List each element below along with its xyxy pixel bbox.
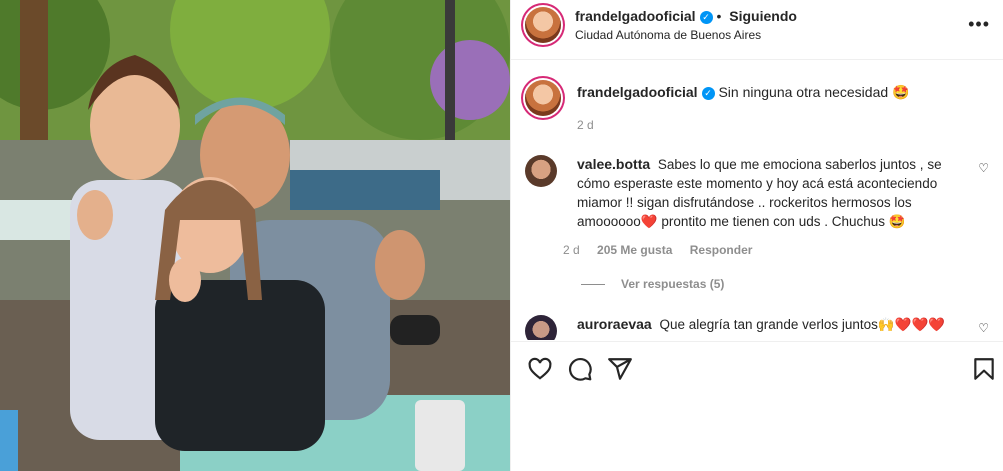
- comment-like-heart-icon[interactable]: ♡: [978, 321, 989, 335]
- post-header: frandelgadooficial ✓ • Siguiendo Ciudad A…: [511, 0, 1003, 60]
- post-location[interactable]: Ciudad Autónoma de Buenos Aires: [575, 28, 761, 42]
- comment-meta: 2 d 205 Me gusta Responder: [563, 243, 766, 257]
- comment-username[interactable]: auroraevaa: [577, 316, 652, 332]
- comment-body: valee.botta Sabes lo que me emociona sab…: [577, 155, 947, 231]
- comment-likes[interactable]: 205 Me gusta: [597, 243, 672, 257]
- verified-badge-icon: ✓: [701, 86, 715, 100]
- comment-text: Que alegría tan grande verlos juntos🙌❤️❤…: [659, 317, 946, 332]
- comment-time[interactable]: 2 d: [563, 243, 580, 257]
- comment-body: auroraevaa Que alegría tan grande verlos…: [577, 315, 947, 334]
- author-avatar[interactable]: [525, 7, 561, 43]
- following-button[interactable]: Siguiendo: [729, 8, 797, 24]
- verified-badge-icon: ✓: [699, 10, 713, 24]
- caption-time[interactable]: 2 d: [577, 118, 594, 132]
- comment-like-heart-icon[interactable]: ♡: [978, 161, 989, 175]
- comments-section[interactable]: frandelgadooficial ✓ Sin ninguna otra nec…: [511, 60, 1003, 340]
- comment-icon[interactable]: [567, 356, 593, 382]
- reply-button[interactable]: Responder: [690, 243, 753, 257]
- post-actions-bar: [511, 341, 1003, 471]
- like-heart-icon[interactable]: [527, 356, 553, 382]
- caption-text: Sin ninguna otra necesidad 🤩: [718, 84, 910, 100]
- replies-dash: [581, 284, 605, 286]
- more-options-icon[interactable]: •••: [968, 14, 990, 35]
- caption-avatar[interactable]: [525, 80, 561, 116]
- separator-dot: •: [716, 8, 726, 24]
- post-side-panel: frandelgadooficial ✓ • Siguiendo Ciudad A…: [510, 0, 1003, 471]
- photo-illustration: [0, 0, 510, 471]
- comment-username[interactable]: valee.botta: [577, 156, 650, 172]
- share-icon[interactable]: [607, 356, 633, 382]
- commenter-avatar[interactable]: [525, 315, 557, 340]
- post-photo[interactable]: [0, 0, 510, 471]
- bookmark-icon[interactable]: [971, 356, 997, 382]
- view-replies-label: Ver respuestas (5): [621, 277, 725, 291]
- header-line: frandelgadooficial ✓ • Siguiendo: [575, 8, 797, 24]
- view-replies-button[interactable]: Ver respuestas (5): [581, 277, 724, 291]
- author-username[interactable]: frandelgadooficial: [575, 8, 696, 24]
- commenter-avatar[interactable]: [525, 155, 557, 187]
- caption-username[interactable]: frandelgadooficial: [577, 84, 698, 100]
- caption-text-line: frandelgadooficial ✓ Sin ninguna otra nec…: [577, 84, 909, 101]
